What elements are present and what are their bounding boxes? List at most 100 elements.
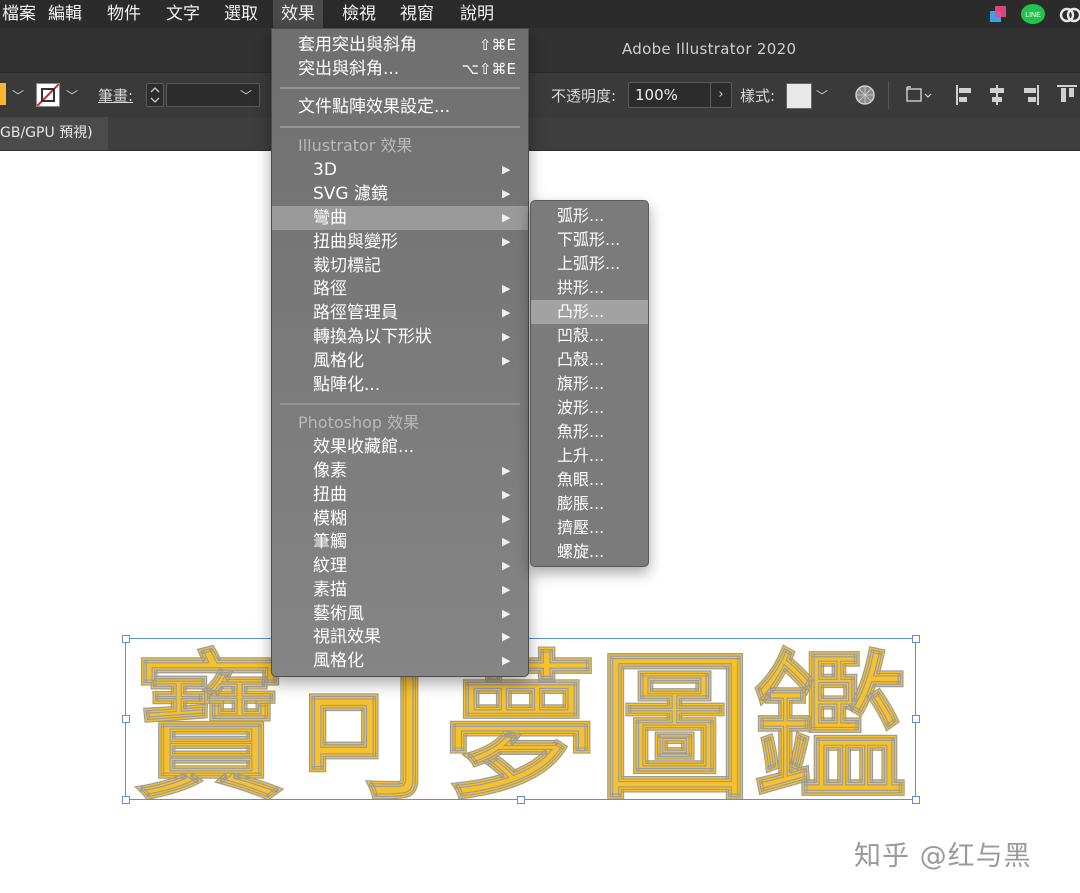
submenu-arrow-icon: ▶ [502, 583, 511, 596]
align-center-icon[interactable] [987, 84, 1007, 106]
warp-item-inflate[interactable]: 膨脹... [531, 492, 648, 516]
menu-item-label: 點陣化... [313, 375, 381, 395]
resize-handle[interactable] [912, 635, 920, 643]
warp-item-shell-upper[interactable]: 凸殼... [531, 348, 648, 372]
warp-item-twist[interactable]: 螺旋... [531, 540, 648, 564]
fill-swatch[interactable] [0, 83, 6, 105]
menu-item-extrude-bevel[interactable]: 突出與斜角... ⌥⇧⌘E [272, 57, 528, 81]
menu-item-label: 上升... [557, 446, 605, 465]
warp-item-arc[interactable]: 弧形... [531, 204, 648, 228]
warp-item-bulge[interactable]: 凸形... [531, 300, 648, 324]
menu-item-pathfinder[interactable]: 路徑管理員 ▶ [272, 301, 528, 325]
resize-handle[interactable] [122, 796, 130, 804]
chevron-down-icon[interactable]: ﹀ [240, 87, 252, 104]
menu-item-brush-strokes[interactable]: 筆觸 ▶ [272, 530, 528, 554]
menu-edit[interactable]: 編輯 [40, 0, 90, 28]
menu-object[interactable]: 物件 [99, 0, 149, 28]
submenu-arrow-icon: ▶ [502, 630, 511, 643]
menu-item-path[interactable]: 路徑 ▶ [272, 277, 528, 301]
resize-handle[interactable] [122, 635, 130, 643]
submenu-arrow-icon: ▶ [502, 535, 511, 548]
submenu-arrow-icon: ▶ [502, 464, 511, 477]
menu-item-blur[interactable]: 模糊 ▶ [272, 507, 528, 531]
opacity-input[interactable]: 100% [628, 82, 712, 108]
submenu-arrow-icon: ▶ [502, 607, 511, 620]
menu-item-warp[interactable]: 彎曲 ▶ [272, 206, 528, 230]
menu-item-pixelate[interactable]: 像素 ▶ [272, 459, 528, 483]
menu-item-stylize-ps[interactable]: 風格化 ▶ [272, 649, 528, 673]
warp-item-flag[interactable]: 旗形... [531, 372, 648, 396]
warp-item-arch[interactable]: 拱形... [531, 276, 648, 300]
menu-item-label: 彎曲 [313, 208, 347, 228]
line-app-icon[interactable]: LINE [1020, 2, 1046, 26]
align-left-icon[interactable] [955, 84, 975, 106]
resize-handle[interactable] [912, 796, 920, 804]
warp-submenu: 弧形... 下弧形... 上弧形... 拱形... 凸形... 凹殼... 凸殼… [530, 200, 649, 567]
warp-item-arc-lower[interactable]: 下弧形... [531, 228, 648, 252]
submenu-arrow-icon: ▶ [502, 330, 511, 343]
submenu-arrow-icon: ▶ [502, 654, 511, 667]
submenu-arrow-icon: ▶ [502, 187, 511, 200]
screens-icon[interactable] [988, 4, 1008, 24]
menu-item-label: 突出與斜角... [298, 59, 400, 79]
menu-item-crop-marks[interactable]: 裁切標記 [272, 254, 528, 278]
menu-item-label: SVG 濾鏡 [313, 184, 388, 204]
menu-item-sketch[interactable]: 素描 ▶ [272, 578, 528, 602]
shortcut-label: ⇧⌘E [478, 36, 516, 54]
menu-type[interactable]: 文字 [158, 0, 208, 28]
menu-select[interactable]: 選取 [216, 0, 266, 28]
menu-item-label: 3D [313, 160, 337, 180]
warp-item-fisheye[interactable]: 魚眼... [531, 468, 648, 492]
menu-item-apply-extrude-bevel[interactable]: 套用突出與斜角 ⇧⌘E [272, 33, 528, 57]
menu-item-label: 藝術風 [313, 604, 364, 624]
menu-effect[interactable]: 效果 [273, 0, 323, 28]
resize-handle[interactable] [122, 715, 130, 723]
warp-item-shell-lower[interactable]: 凹殼... [531, 324, 648, 348]
stroke-stepper[interactable] [146, 83, 164, 107]
menu-item-label: 魚形... [557, 422, 605, 441]
title-bar: Adobe Illustrator 2020 [0, 28, 1080, 72]
warp-item-wave[interactable]: 波形... [531, 396, 648, 420]
stroke-swatch[interactable] [36, 83, 60, 107]
menu-file[interactable]: 檔案 [0, 0, 44, 28]
menu-item-label: 裁切標記 [313, 256, 381, 276]
recolor-icon[interactable] [854, 84, 876, 106]
warp-item-arc-upper[interactable]: 上弧形... [531, 252, 648, 276]
menu-help[interactable]: 說明 [452, 0, 502, 28]
menu-item-rasterize[interactable]: 點陣化... [272, 373, 528, 397]
warp-item-squeeze[interactable]: 擠壓... [531, 516, 648, 540]
document-tab[interactable]: GB/GPU 預視) [0, 117, 108, 150]
warp-item-fish[interactable]: 魚形... [531, 420, 648, 444]
opacity-arrow-button[interactable]: › [710, 82, 732, 108]
divider [888, 81, 889, 109]
menu-item-convert-to-shape[interactable]: 轉換為以下形狀 ▶ [272, 325, 528, 349]
chevron-down-icon[interactable]: ﹀ [66, 87, 78, 104]
menu-item-svg-filters[interactable]: SVG 濾鏡 ▶ [272, 182, 528, 206]
menu-item-effect-gallery[interactable]: 效果收藏館... [272, 435, 528, 459]
menu-item-label: 風格化 [313, 651, 364, 671]
menu-item-stylize[interactable]: 風格化 ▶ [272, 349, 528, 373]
align-right-icon[interactable] [1020, 84, 1040, 106]
menu-item-distort-transform[interactable]: 扭曲與變形 ▶ [272, 230, 528, 254]
align-top-icon[interactable] [1056, 84, 1078, 106]
menu-item-distort[interactable]: 扭曲 ▶ [272, 483, 528, 507]
menu-item-document-raster-settings[interactable]: 文件點陣效果設定... [272, 95, 528, 119]
shortcut-label: ⌥⇧⌘E [461, 60, 516, 78]
menu-item-label: 擠壓... [557, 518, 605, 537]
menu-view[interactable]: 檢視 [334, 0, 384, 28]
menu-item-texture[interactable]: 紋理 ▶ [272, 554, 528, 578]
creative-cloud-icon[interactable] [1058, 4, 1080, 24]
transform-icon[interactable] [904, 84, 934, 106]
menu-item-artistic[interactable]: 藝術風 ▶ [272, 602, 528, 626]
watermark: 知乎 @红与黑 [854, 841, 1032, 872]
menu-window[interactable]: 視窗 [392, 0, 442, 28]
menu-item-video[interactable]: 視訊效果 ▶ [272, 625, 528, 649]
warp-item-rise[interactable]: 上升... [531, 444, 648, 468]
chevron-down-icon[interactable]: ﹀ [816, 87, 828, 104]
menu-item-label: 螺旋... [557, 542, 605, 561]
menu-item-3d[interactable]: 3D ▶ [272, 158, 528, 182]
resize-handle[interactable] [912, 715, 920, 723]
style-swatch[interactable] [786, 83, 812, 109]
chevron-down-icon[interactable]: ﹀ [12, 87, 24, 104]
resize-handle[interactable] [517, 796, 525, 804]
